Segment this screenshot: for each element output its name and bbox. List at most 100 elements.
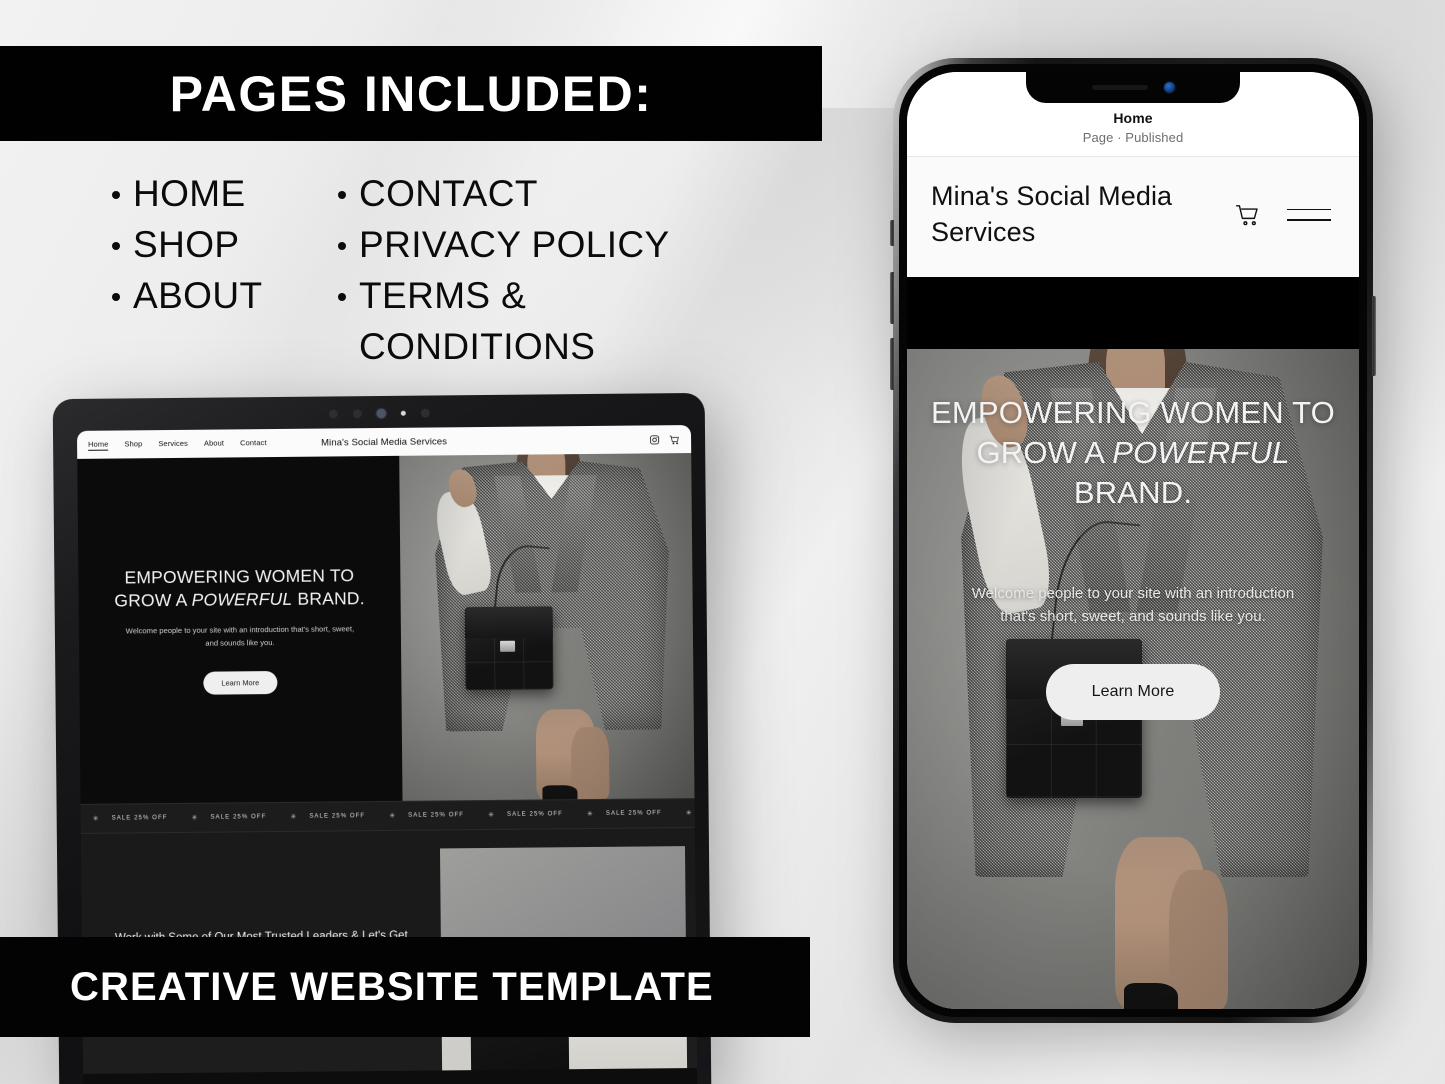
earpiece-speaker-icon: [1091, 85, 1148, 90]
phone-black-divider: [907, 276, 1359, 349]
phone-site-header: Mina's Social Media Services: [907, 157, 1359, 277]
phone-header-icons: [1235, 202, 1337, 228]
status-led-icon: [400, 410, 406, 416]
ticker-label: SALE 25% OFF: [605, 810, 662, 817]
hamburger-menu-icon[interactable]: [1287, 208, 1331, 221]
phone-site-brand: Mina's Social Media Services: [931, 181, 1173, 247]
phone-power-button[interactable]: [1372, 296, 1376, 376]
ticker-item: ✳SALE 25% OFF: [674, 808, 695, 817]
pages-included-title: PAGES INCLUDED:: [169, 65, 653, 122]
phone-hero-overlay: EMPOWERING WOMEN TO GROW A POWERFUL BRAN…: [907, 349, 1359, 1009]
cart-icon[interactable]: [1235, 202, 1261, 228]
bullet-icon: [338, 191, 346, 199]
laptop-hero-headline: EMPOWERING WOMEN TO GROW A POWERFUL BRAN…: [96, 564, 382, 613]
asterisk-icon: ✳: [290, 813, 298, 821]
poster-canvas: PAGES INCLUDED: HOME SHOP ABOUT CONTACT: [0, 0, 1445, 1084]
list-item: HOME: [112, 168, 330, 219]
ticker-label: SALE 25% OFF: [210, 814, 267, 821]
list-item: TERMS & CONDITIONS: [338, 270, 790, 372]
bullet-icon: [112, 242, 120, 251]
ticker-item: ✳ SALE 25% OFF: [278, 812, 377, 821]
asterisk-icon: ✳: [92, 815, 100, 823]
phone-bezel: Home Page · Published Mina's Social Medi…: [899, 64, 1367, 1017]
laptop-hero-text: EMPOWERING WOMEN TO GROW A POWERFUL BRAN…: [77, 456, 402, 804]
phone-hero: EMPOWERING WOMEN TO GROW A POWERFUL BRAN…: [907, 348, 1359, 1009]
ticker-label: SALE 25% OFF: [309, 813, 366, 820]
headline-part2: BRAND.: [292, 588, 365, 610]
bullet-icon: [338, 242, 346, 251]
model-photo: [399, 453, 695, 801]
nav-link-home[interactable]: Home: [88, 439, 109, 451]
page-name: HOME: [133, 173, 246, 214]
asterisk-icon: ✳: [191, 814, 199, 822]
sensor-dot-icon: [328, 408, 338, 418]
ticker-item: ✳ SALE 25% OFF: [180, 813, 279, 822]
nav-link-contact[interactable]: Contact: [240, 438, 267, 449]
creative-website-template-banner: CREATIVE WEBSITE TEMPLATE: [0, 937, 810, 1037]
ticker-item: ✳ SALE 25% OFF: [575, 809, 674, 818]
creative-website-template-title: CREATIVE WEBSITE TEMPLATE: [70, 964, 714, 1009]
cart-icon[interactable]: [669, 434, 680, 445]
list-item: SHOP: [112, 219, 330, 270]
phone-hero-headline: EMPOWERING WOMEN TO GROW A POWERFUL BRAN…: [925, 393, 1341, 514]
list-item: ABOUT: [112, 270, 330, 321]
laptop-hero: EMPOWERING WOMEN TO GROW A POWERFUL BRAN…: [77, 453, 695, 804]
headline-emphasis: POWERFUL: [1112, 435, 1290, 471]
bullet-icon: [112, 191, 120, 199]
phone-page-title: Home: [1113, 110, 1153, 126]
instagram-icon[interactable]: [649, 434, 660, 445]
asterisk-icon: ✳: [389, 812, 397, 820]
ticker-label: SALE 25% OFF: [507, 811, 563, 818]
laptop-section: Work with Some of Our Most Trusted Leade…: [80, 828, 696, 954]
laptop-hero-subtext: Welcome people to your site with an intr…: [125, 624, 355, 648]
phone-volume-up-button[interactable]: [890, 272, 894, 324]
page-name: CONTACT: [359, 173, 538, 214]
photo-handbag-clasp: [500, 641, 515, 653]
pages-column-right: CONTACT PRIVACY POLICY TERMS & CONDITION…: [330, 168, 790, 372]
page-name: TERMS & CONDITIONS: [359, 275, 596, 368]
photo-handbag-flap: [464, 606, 553, 639]
ticker-item: ✳ SALE 25% OFF: [377, 811, 476, 820]
ticker-label: SALE 25% OFF: [111, 815, 168, 822]
photo-leg: [571, 726, 610, 800]
laptop-hero-image: [399, 453, 695, 801]
asterisk-icon: ✳: [586, 810, 594, 819]
pages-included-banner: PAGES INCLUDED:: [0, 46, 822, 141]
page-name: SHOP: [133, 224, 240, 266]
phone-volume-down-button[interactable]: [890, 338, 894, 390]
laptop-hero-cta-button[interactable]: Learn More: [203, 671, 278, 695]
headline-part2: BRAND.: [1073, 475, 1193, 511]
nav-link-shop[interactable]: Shop: [124, 439, 142, 450]
ticker-item: ✳SALE 25% OFF: [476, 810, 575, 819]
laptop-camera-dots: [53, 404, 705, 422]
asterisk-icon: ✳: [685, 810, 693, 818]
phone-page-status: Page · Published: [1082, 130, 1184, 145]
pages-column-left: HOME SHOP ABOUT: [0, 168, 330, 372]
list-item: PRIVACY POLICY: [338, 219, 790, 270]
laptop-nav-links: Home Shop Services About Contact: [88, 438, 267, 451]
ticker-label: SALE 25% OFF: [408, 812, 465, 819]
front-camera-icon: [1163, 82, 1175, 93]
phone-frame: Home Page · Published Mina's Social Medi…: [890, 58, 1376, 1023]
camera-icon: [376, 408, 386, 418]
ticker-item: ✳ SALE 25% OFF: [81, 814, 180, 823]
phone-mute-switch[interactable]: [890, 220, 894, 246]
phone-page-header: Home Page · Published: [907, 103, 1359, 157]
phone-mockup: Home Page · Published Mina's Social Medi…: [890, 58, 1376, 1023]
sensor-dot-icon: [420, 408, 430, 418]
nav-link-about[interactable]: About: [204, 438, 224, 449]
headline-emphasis: POWERFUL: [191, 589, 293, 611]
sensor-dot-icon: [352, 408, 362, 418]
list-item: CONTACT: [338, 168, 790, 219]
bullet-icon: [338, 293, 346, 302]
phone-hero-subtext: Welcome people to your site with an intr…: [971, 584, 1295, 625]
laptop-section-text: Work with Some of Our Most Trusted Leade…: [81, 830, 441, 953]
page-name: PRIVACY POLICY: [359, 224, 670, 266]
phone-hero-cta-button[interactable]: Learn More: [1045, 664, 1221, 721]
photo-shoe: [542, 785, 578, 801]
page-name: ABOUT: [133, 275, 263, 317]
laptop-section-image: [439, 846, 686, 951]
bullet-icon: [112, 293, 120, 302]
pages-included-list: HOME SHOP ABOUT CONTACT PRIVACY POLICY T…: [0, 168, 800, 372]
nav-link-services[interactable]: Services: [158, 438, 188, 449]
